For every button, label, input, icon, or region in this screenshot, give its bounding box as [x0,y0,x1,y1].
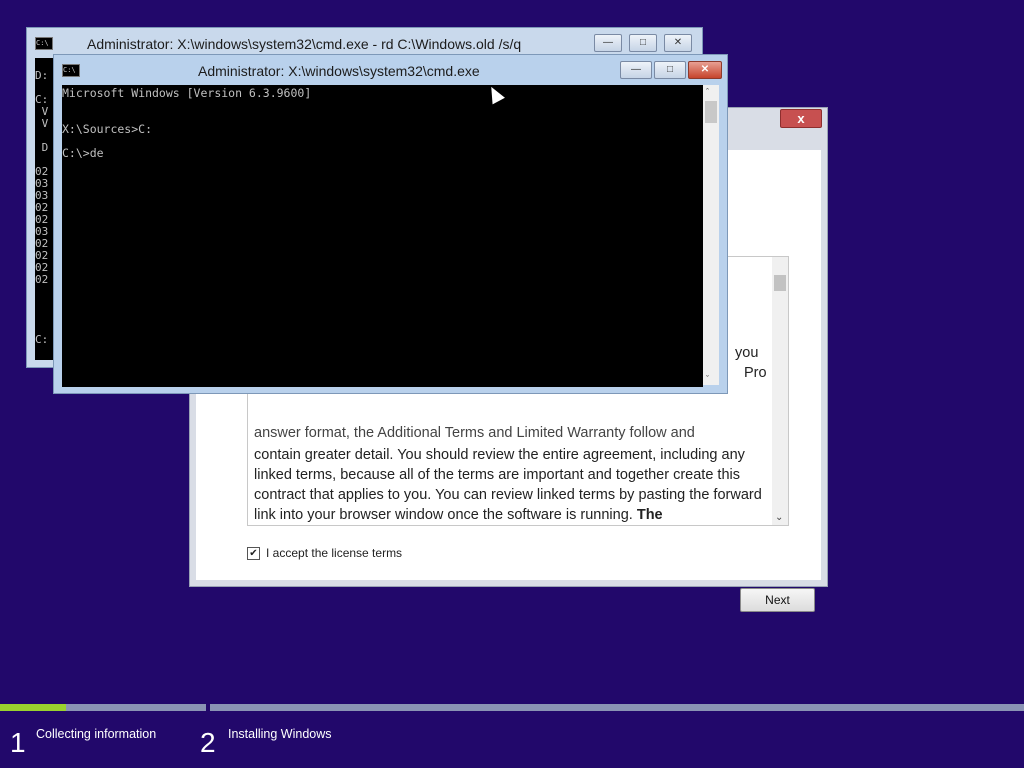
step-label: Collecting information [36,727,157,741]
license-partial-line: answer format, the Additional Terms and … [254,425,695,441]
accept-license-checkbox[interactable]: ✔ I accept the license terms [247,546,402,560]
console-line: X:\Sources>C: [62,122,153,136]
license-text: contain greater detail. You should revie… [254,445,770,525]
cmd-front-titlebar[interactable]: C:\ Administrator: X:\windows\system32\c… [54,55,727,85]
cmd-front-title: Administrator: X:\windows\system32\cmd.e… [198,63,480,79]
accept-label: I accept the license terms [266,546,403,560]
cmd-scroll-thumb[interactable] [705,101,717,123]
step-number: 1 [10,727,26,758]
console-line: C:\>de [62,146,104,160]
progress-fill [0,704,66,711]
chevron-down-icon[interactable]: ⌄ [775,512,783,523]
close-button[interactable]: ✕ [664,34,692,52]
cmd-scrollbar[interactable]: ˆ ˇ [703,85,719,385]
step-number: 2 [200,727,216,758]
next-button[interactable]: Next [740,588,815,612]
setup-close-button[interactable]: x [780,109,822,128]
cmd-icon: C:\ [62,64,80,77]
cmd-back-title: Administrator: X:\windows\system32\cmd.e… [87,36,522,52]
license-body: contain greater detail. You should revie… [254,447,762,523]
license-fragment: you [735,345,759,361]
minimize-button[interactable]: — [620,61,652,79]
cmd-icon: C:\ [35,37,53,50]
chevron-down-icon[interactable]: ˇ [706,374,709,384]
close-button[interactable]: ✕ [688,61,722,79]
console-line: Microsoft Windows [Version 6.3.9600] [62,86,312,100]
license-bold-tail: The [636,507,663,523]
cmd-front-console[interactable]: Microsoft Windows [Version 6.3.9600] X:\… [62,85,703,387]
license-fragment: Pro [744,365,767,381]
minimize-button[interactable]: — [594,34,622,52]
license-scroll-thumb[interactable] [774,275,786,291]
maximize-button[interactable]: □ [629,34,657,52]
license-scrollbar[interactable]: ⌄ [772,257,788,525]
step-label: Installing Windows [228,727,332,741]
progress-bar-step2 [210,704,1024,711]
maximize-button[interactable]: □ [654,61,686,79]
checkmark-icon[interactable]: ✔ [247,546,260,560]
cmd-window-front[interactable]: C:\ Administrator: X:\windows\system32\c… [53,54,728,394]
progress-bar-step1 [0,704,206,711]
chevron-up-icon[interactable]: ˆ [706,87,709,97]
